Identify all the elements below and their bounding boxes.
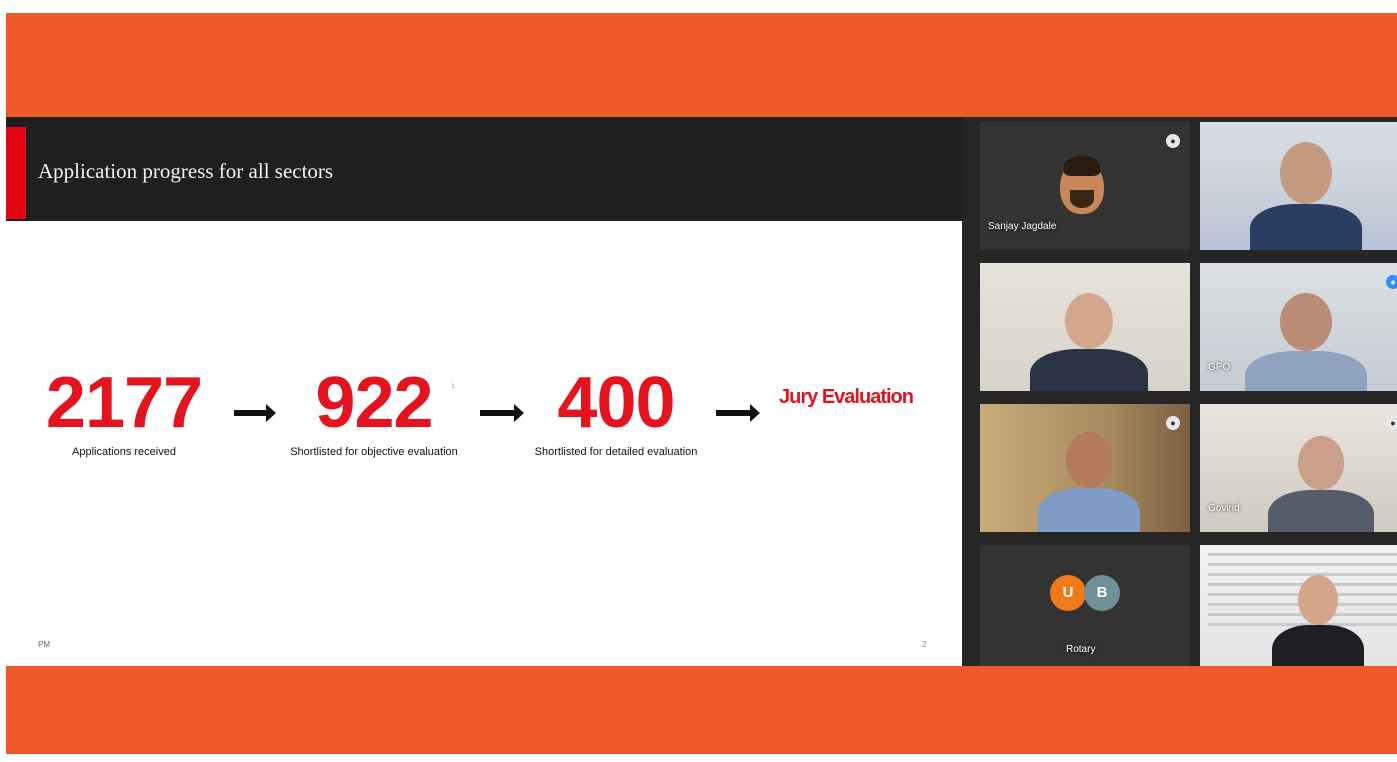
shared-slide: Application progress for all sectors 217… bbox=[6, 117, 962, 666]
slide-footer: PM bbox=[38, 640, 50, 649]
participant-tile[interactable]: ● Govind bbox=[1200, 404, 1397, 532]
avatar: U bbox=[1050, 575, 1086, 611]
right-arrow-icon bbox=[234, 404, 276, 422]
right-arrow-icon bbox=[716, 404, 760, 422]
active-speaker-icon: ● bbox=[1386, 275, 1397, 289]
stage-applications-received: 2177 Applications received bbox=[34, 367, 214, 459]
participant-name: GPO bbox=[1208, 362, 1231, 373]
participant-tile[interactable]: ● bbox=[980, 404, 1190, 532]
participant-name: Govind bbox=[1208, 503, 1240, 514]
mic-muted-icon: ● bbox=[1166, 416, 1180, 430]
stage-detailed-shortlist: 400 Shortlisted for detailed evaluation bbox=[526, 367, 706, 459]
participant-gallery: ● Sanjay Jagdale ● GPO ● ● Govind U B Ro… bbox=[962, 117, 1397, 673]
avatar: B bbox=[1084, 575, 1120, 611]
stage-value: 2177 bbox=[45, 363, 203, 443]
participant-tile[interactable] bbox=[1200, 545, 1397, 673]
slide-page-number: 2 bbox=[922, 640, 927, 649]
participant-tile[interactable] bbox=[980, 263, 1190, 391]
slide-title: Application progress for all sectors bbox=[38, 159, 334, 183]
participant-tile[interactable] bbox=[1200, 122, 1397, 250]
stage-caption: Shortlisted for objective evaluation bbox=[290, 446, 458, 458]
participant-tile[interactable]: U B Rotary bbox=[980, 545, 1190, 673]
stage-value: Jury Evaluation bbox=[779, 386, 914, 408]
profile-picture bbox=[1060, 156, 1104, 214]
slide-accent-bar bbox=[6, 127, 26, 219]
right-arrow-icon bbox=[480, 404, 524, 422]
participant-name: Rotary bbox=[1066, 644, 1096, 655]
stage-caption: Shortlisted for detailed evaluation bbox=[534, 446, 698, 458]
cursor-mark: ˪ bbox=[452, 379, 456, 391]
top-orange-band bbox=[6, 13, 1397, 117]
stage-value: 922 bbox=[315, 363, 433, 443]
slide-header: Application progress for all sectors bbox=[6, 117, 962, 221]
stage-jury-evaluation: Jury Evaluation bbox=[776, 385, 916, 409]
participant-tile[interactable]: ● GPO bbox=[1200, 263, 1397, 391]
bottom-orange-band bbox=[6, 666, 1397, 754]
participant-tile[interactable]: ● Sanjay Jagdale bbox=[980, 122, 1190, 250]
stage-objective-shortlist: 922 Shortlisted for objective evaluation bbox=[284, 367, 464, 459]
mic-muted-icon: ● bbox=[1166, 134, 1180, 148]
stage-value: 400 bbox=[557, 363, 675, 443]
mic-muted-icon: ● bbox=[1386, 416, 1397, 430]
stage-caption: Applications received bbox=[72, 446, 176, 458]
participant-name: Sanjay Jagdale bbox=[988, 221, 1057, 232]
